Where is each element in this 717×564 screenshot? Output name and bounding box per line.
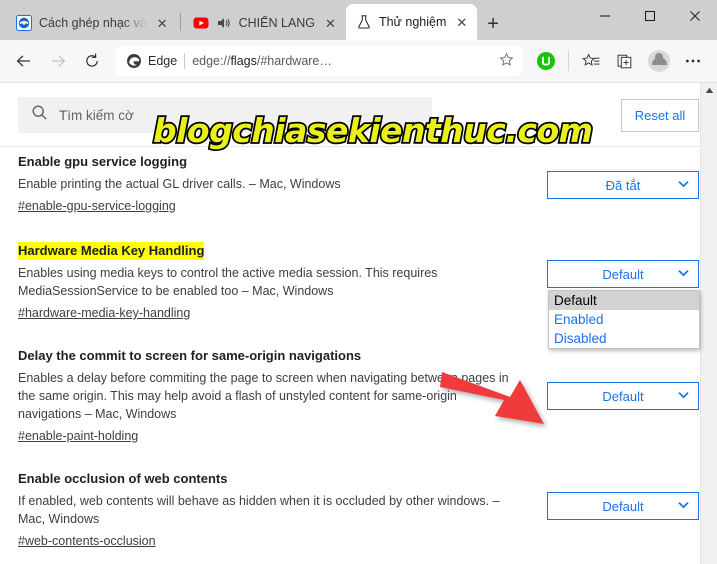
flag-text: Enable occlusion of web contents If enab… (18, 470, 523, 550)
flag-select-value: Default (602, 388, 644, 404)
address-bar[interactable]: Edge edge://flags/#hardware… (116, 46, 522, 76)
flag-row: Enable gpu service logging Enable printi… (0, 153, 717, 215)
search-icon (31, 104, 48, 126)
browser-tab-3-active[interactable]: Thử nghiệm ✕ (345, 4, 478, 40)
flag-permalink[interactable]: #enable-paint-holding (18, 429, 138, 443)
flag-description: Enable printing the actual GL driver cal… (18, 177, 341, 191)
flag-description: Enables a delay before commiting the pag… (18, 371, 509, 421)
edge-logo-icon (127, 54, 141, 68)
flask-icon (356, 14, 372, 30)
flag-control: Default (523, 347, 699, 410)
star-outline-icon[interactable] (495, 52, 514, 70)
tab-title: Cách ghép nhạc và (39, 16, 147, 30)
close-button[interactable] (672, 0, 717, 32)
reset-all-button[interactable]: Reset all (621, 98, 699, 132)
edge-brand-label: Edge (148, 54, 178, 68)
flag-select[interactable]: Default (547, 492, 699, 520)
flag-select-value: Đã tắt (605, 177, 641, 193)
chevron-down-icon (678, 390, 689, 402)
reload-button[interactable] (76, 45, 108, 77)
flag-text: Enable gpu service logging Enable printi… (18, 153, 523, 215)
collections-icon[interactable] (609, 45, 641, 77)
url-path: flags (230, 54, 257, 68)
page-scrollbar[interactable] (700, 83, 717, 564)
browser-window: Cách ghép nhạc và ✕ CHIẾN LANG ✕ Thử ngh… (0, 0, 717, 564)
flags-page: Tìm kiếm cờ Reset all Enable gpu service… (0, 83, 717, 564)
omnibox-divider (184, 53, 186, 69)
tab-close-button[interactable]: ✕ (154, 15, 171, 32)
chevron-down-icon (678, 268, 689, 280)
site-watermark: blogchiasekienthuc.com (151, 109, 594, 152)
maximize-button[interactable] (627, 0, 672, 32)
flag-control: Đã tắt (523, 153, 699, 199)
flag-description: Enables using media keys to control the … (18, 266, 438, 298)
forward-button (42, 45, 74, 77)
window-controls (582, 0, 717, 32)
flag-select-dropdown[interactable]: Default Enabled Disabled (548, 290, 700, 349)
camtasia-icon (16, 15, 32, 31)
flag-select-open[interactable]: Default Default Enabled Disabled (547, 260, 700, 349)
flag-row: Hardware Media Key Handling Enables usin… (0, 242, 717, 349)
tab-close-button[interactable]: ✕ (453, 14, 470, 31)
dropdown-option-enabled[interactable]: Enabled (549, 310, 699, 329)
flag-text: Delay the commit to screen for same-orig… (18, 347, 523, 445)
flag-title: Enable occlusion of web contents (18, 471, 228, 486)
flag-select-value: Default (602, 498, 644, 514)
flag-select-value: Default (602, 266, 644, 282)
url-suffix: /#hardware… (256, 54, 332, 68)
toolbar-divider (568, 51, 569, 71)
browser-tab-2[interactable]: CHIẾN LANG ✕ (183, 6, 346, 40)
edge-brand: Edge (126, 53, 177, 69)
flag-text: Hardware Media Key Handling Enables usin… (18, 242, 523, 322)
flag-title-highlighted: Hardware Media Key Handling (18, 242, 205, 260)
flag-permalink[interactable]: #enable-gpu-service-logging (18, 199, 176, 213)
tab-separator (179, 13, 181, 31)
flag-description: If enabled, web contents will behave as … (18, 494, 500, 526)
search-placeholder: Tìm kiếm cờ (59, 107, 134, 123)
more-options-icon[interactable] (677, 45, 709, 77)
youtube-icon (193, 15, 209, 31)
flag-row: Delay the commit to screen for same-orig… (0, 347, 717, 445)
new-tab-button[interactable]: + (477, 14, 509, 40)
dropdown-option-default[interactable]: Default (549, 291, 699, 310)
tab-title: Thử nghiệm (378, 15, 447, 29)
chevron-down-icon (678, 500, 689, 512)
dropdown-option-disabled[interactable]: Disabled (549, 329, 699, 348)
chevron-down-icon (678, 179, 689, 191)
profile-avatar[interactable] (643, 45, 675, 77)
favorites-icon[interactable] (575, 45, 607, 77)
flag-select[interactable]: Default (547, 382, 699, 410)
flag-title: Delay the commit to screen for same-orig… (18, 348, 362, 363)
browser-toolbar: Edge edge://flags/#hardware… (0, 40, 717, 83)
flag-select[interactable]: Đã tắt (547, 171, 699, 199)
back-button[interactable] (8, 45, 40, 77)
flag-row: Enable occlusion of web contents If enab… (0, 470, 717, 550)
address-bar-url[interactable]: edge://flags/#hardware… (192, 54, 488, 68)
flag-permalink[interactable]: #hardware-media-key-handling (18, 306, 190, 320)
flag-control: Default (523, 470, 699, 520)
flag-permalink[interactable]: #web-contents-occlusion (18, 534, 156, 548)
scroll-up-arrow-icon[interactable] (701, 83, 717, 97)
tab-title: CHIẾN LANG (238, 16, 316, 30)
minimize-button[interactable] (582, 0, 627, 32)
tab-close-button[interactable]: ✕ (322, 15, 339, 32)
browser-tab-1[interactable]: Cách ghép nhạc và ✕ (6, 6, 178, 40)
tab-bar: Cách ghép nhạc và ✕ CHIẾN LANG ✕ Thử ngh… (0, 0, 717, 40)
flag-control: Default Default Enabled Disabled (523, 242, 700, 349)
flag-title: Enable gpu service logging (18, 154, 188, 169)
url-prefix: edge:// (192, 54, 231, 68)
green-extension-icon[interactable] (530, 45, 562, 77)
audio-playing-icon[interactable] (216, 15, 232, 31)
